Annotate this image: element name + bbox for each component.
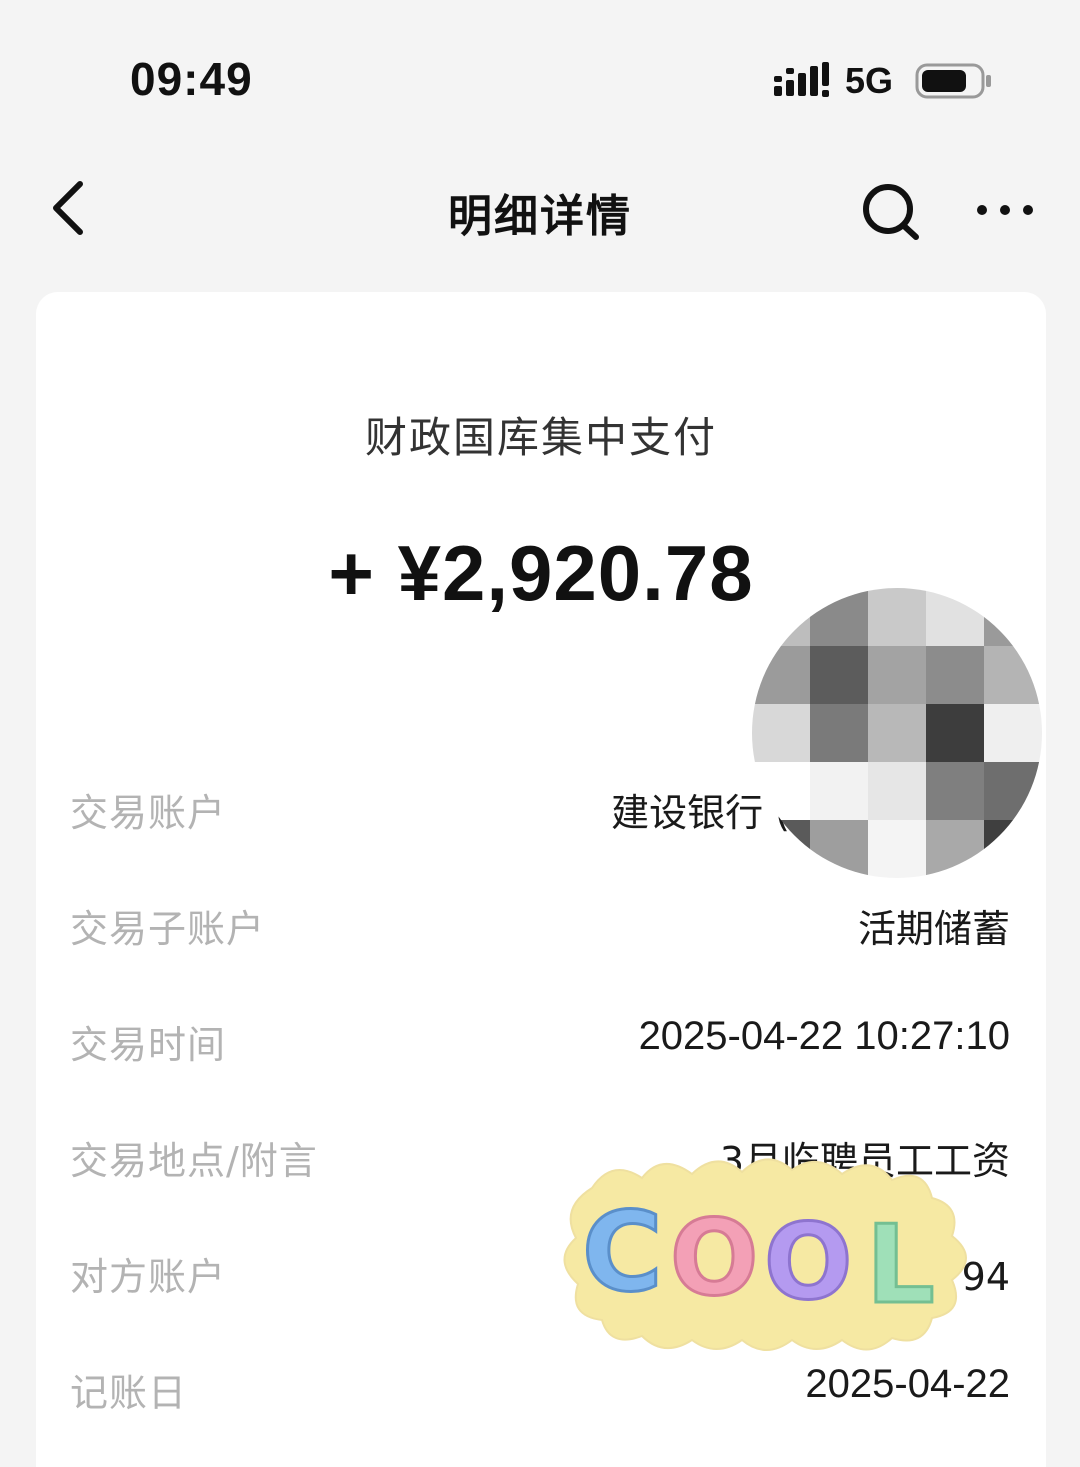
mosaic-blur-sticker (752, 588, 1042, 878)
detail-value: 2025-04-22 (805, 1362, 1010, 1406)
status-time: 09:49 (130, 53, 253, 105)
detail-row-posting-date: 记账日 2025-04-22 (70, 1362, 1010, 1422)
more-dots-icon[interactable] (972, 198, 1038, 222)
detail-label: 记账日 (70, 1371, 188, 1415)
svg-text:C: C (582, 1188, 663, 1316)
cool-sticker: C O O L (563, 1158, 967, 1351)
status-bar: 09:49 5G (0, 0, 1080, 150)
detail-row-time: 交易时间 2025-04-22 10:27:10 (70, 1014, 1010, 1074)
network-label: 5G (845, 60, 894, 101)
detail-value: 2025-04-22 10:27:10 (638, 1014, 1010, 1058)
battery-icon (915, 63, 991, 99)
detail-value: 活期储蓄 (857, 907, 1010, 951)
detail-label: 对方账户 (70, 1255, 227, 1299)
svg-text:L: L (866, 1203, 935, 1328)
detail-label: 交易子账户 (70, 907, 266, 951)
payee-name: 财政国库集中支付 (364, 413, 717, 462)
detail-label: 交易时间 (70, 1023, 227, 1067)
detail-row-sub-account: 交易子账户 活期储蓄 (70, 898, 1010, 958)
search-icon[interactable] (858, 180, 924, 242)
signal-icon (774, 62, 829, 97)
svg-text:O: O (670, 1197, 758, 1319)
app-screen: 09:49 5G 明细详情 财政国库集中支付 + ¥2,920.78 交易账户 … (0, 0, 1080, 1467)
detail-label: 交易地点/附言 (70, 1139, 318, 1183)
nav-bar: 明细详情 (0, 150, 1080, 270)
detail-label: 交易账户 (70, 791, 227, 835)
svg-text:O: O (764, 1201, 852, 1323)
